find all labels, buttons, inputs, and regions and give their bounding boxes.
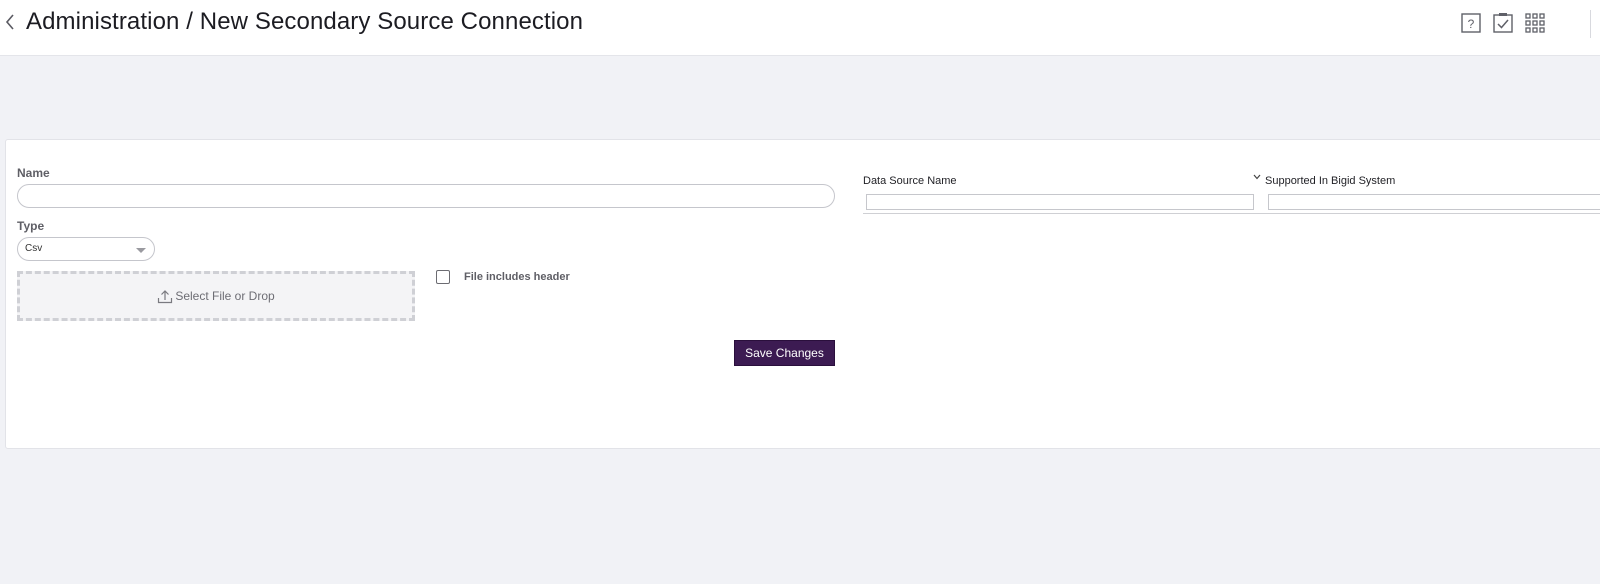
grid-header-divider — [863, 213, 1600, 214]
page-title: Administration / New Secondary Source Co… — [26, 8, 584, 35]
type-select[interactable]: Csv — [17, 237, 155, 261]
apps-grid-icon — [1525, 13, 1545, 33]
help-icon: ? — [1461, 13, 1481, 33]
help-button[interactable]: ? — [1460, 12, 1482, 34]
name-label: Name — [17, 166, 50, 180]
type-select-value: Csv — [25, 243, 43, 254]
name-input[interactable] — [17, 184, 835, 208]
type-label: Type — [17, 219, 45, 233]
chevron-left-icon — [5, 14, 14, 30]
save-changes-button[interactable]: Save Changes — [734, 340, 835, 366]
connection-form-card: Name Type Csv Select File or Drop File i… — [5, 139, 1600, 449]
svg-text:?: ? — [1468, 17, 1475, 31]
column-header-data-source-name[interactable]: Data Source Name — [863, 175, 957, 187]
data-source-name-filter-input[interactable] — [866, 194, 1254, 210]
tasks-button[interactable] — [1492, 12, 1514, 34]
back-button[interactable] — [2, 12, 18, 32]
file-includes-header-label: File includes header — [464, 271, 570, 283]
file-drop-label: Select File or Drop — [175, 289, 275, 303]
page-header: Administration / New Secondary Source Co… — [0, 0, 1600, 56]
tasks-icon — [1493, 13, 1513, 33]
supported-in-bigid-system-filter-input[interactable] — [1268, 194, 1600, 210]
file-drop-zone[interactable]: Select File or Drop — [17, 271, 415, 321]
apps-button[interactable] — [1524, 12, 1546, 34]
column-header-supported-in-bigid-system[interactable]: Supported In Bigid System — [1265, 175, 1395, 187]
file-includes-header-checkbox[interactable] — [436, 270, 450, 284]
chevron-down-icon[interactable] — [1253, 174, 1261, 180]
caret-down-icon — [136, 248, 146, 253]
header-divider — [1590, 10, 1591, 38]
upload-icon — [158, 289, 173, 303]
